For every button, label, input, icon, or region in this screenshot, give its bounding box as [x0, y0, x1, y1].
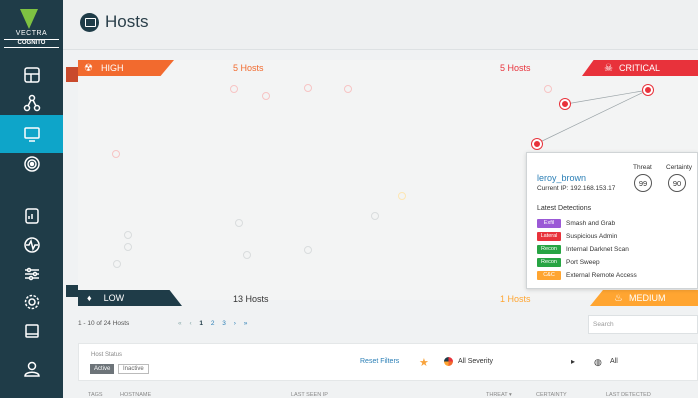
- skull-icon: ☠: [604, 62, 613, 74]
- pagination-controls: « ‹ 1 2 3 › »: [178, 320, 247, 327]
- column-header-last-seen-ip[interactable]: LAST SEEN IP: [291, 392, 328, 398]
- drop-icon: ♦: [87, 293, 92, 303]
- host-marker[interactable]: [304, 84, 312, 92]
- detection-item[interactable]: Exfil Smash and Grab: [537, 219, 615, 228]
- severity-dropdown[interactable]: All Severity: [458, 358, 493, 365]
- reset-filters-link[interactable]: Reset Filters: [360, 358, 399, 365]
- detection-name: Internal Darknet Scan: [566, 246, 629, 253]
- detection-name: Smash and Grab: [566, 220, 616, 227]
- filter-bar: Host Status Active Inactive Reset Filter…: [78, 343, 698, 381]
- detection-tag: C&C: [537, 271, 561, 280]
- globe-icon: ◍: [594, 357, 602, 367]
- host-marker[interactable]: [113, 260, 121, 268]
- threat-score: 99: [634, 174, 652, 192]
- host-marker[interactable]: [235, 219, 243, 227]
- first-page-link[interactable]: «: [178, 320, 182, 327]
- detection-tag: Recon: [537, 245, 561, 254]
- host-marker[interactable]: [398, 192, 406, 200]
- prev-page-link[interactable]: ‹: [189, 320, 191, 327]
- search-input[interactable]: Search: [588, 315, 698, 334]
- detection-tag: Lateral: [537, 232, 561, 241]
- medium-host-count: 1 Hosts: [500, 294, 531, 304]
- host-marker[interactable]: [124, 243, 132, 251]
- page-link-3[interactable]: 3: [222, 320, 226, 327]
- column-header-threat[interactable]: THREAT ▾: [486, 392, 512, 398]
- column-header-tags[interactable]: TAGS: [88, 392, 103, 398]
- threat-label: Threat: [633, 164, 652, 171]
- detection-item[interactable]: C&C External Remote Access: [537, 271, 637, 280]
- certainty-score: 90: [668, 174, 686, 192]
- low-label: LOW: [103, 293, 125, 303]
- low-side-bar: [66, 285, 78, 297]
- critical-label: CRITICAL: [618, 63, 660, 73]
- high-host-count: 5 Hosts: [233, 63, 264, 73]
- radiation-icon: ☢: [84, 62, 93, 74]
- host-marker[interactable]: [243, 251, 251, 259]
- detection-tag: Exfil: [537, 219, 561, 228]
- detection-name: Port Sweep: [566, 259, 600, 266]
- detection-item[interactable]: Recon Port Sweep: [537, 258, 600, 267]
- page-link-1[interactable]: 1: [199, 320, 203, 327]
- host-marker[interactable]: [124, 231, 132, 239]
- all-filter-dropdown[interactable]: All: [610, 358, 618, 365]
- medium-label: MEDIUM: [628, 293, 666, 303]
- latest-detections-heading: Latest Detections: [537, 205, 592, 212]
- page-link-2[interactable]: 2: [211, 320, 215, 327]
- star-icon[interactable]: ★: [419, 356, 429, 369]
- host-marker[interactable]: [371, 212, 379, 220]
- active-filter-chip[interactable]: Active: [90, 364, 115, 374]
- critical-host-count: 5 Hosts: [500, 63, 531, 73]
- certainty-label: Certainty: [666, 164, 693, 171]
- pagination-summary: 1 - 10 of 24 Hosts: [78, 320, 130, 327]
- chevron-right-icon[interactable]: ▸: [571, 357, 575, 366]
- host-marker[interactable]: [112, 150, 120, 158]
- detection-name: External Remote Access: [566, 272, 637, 279]
- host-status-label: Host Status: [91, 352, 123, 358]
- critical-host-marker[interactable]: [643, 85, 653, 95]
- host-current-ip: Current IP: 192.168.153.17: [537, 185, 616, 192]
- critical-quadrant-label[interactable]: ☠ CRITICAL: [582, 60, 698, 76]
- high-quadrant-label[interactable]: ☢ HIGH: [78, 60, 174, 76]
- last-page-link[interactable]: »: [244, 320, 248, 327]
- flame-icon: ♨: [614, 292, 623, 304]
- next-page-link[interactable]: ›: [234, 320, 236, 327]
- column-header-hostname[interactable]: HOSTNAME: [120, 392, 151, 398]
- low-quadrant-label[interactable]: ♦ LOW: [78, 290, 182, 306]
- host-marker[interactable]: [544, 85, 552, 93]
- column-header-last-detected[interactable]: LAST DETECTED: [606, 392, 651, 398]
- selected-host-marker[interactable]: [532, 139, 542, 149]
- host-marker[interactable]: [262, 92, 270, 100]
- detection-item[interactable]: Lateral Suspicious Admin: [537, 232, 617, 241]
- critical-host-marker[interactable]: [560, 99, 570, 109]
- host-marker[interactable]: [230, 85, 238, 93]
- low-host-count: 13 Hosts: [233, 294, 269, 304]
- inactive-filter-chip[interactable]: Inactive: [118, 364, 149, 374]
- medium-quadrant-label[interactable]: ♨ MEDIUM: [590, 290, 698, 306]
- column-header-certainty[interactable]: CERTAINTY: [536, 392, 567, 398]
- host-marker[interactable]: [344, 85, 352, 93]
- high-side-bar: [66, 67, 78, 82]
- detection-item[interactable]: Recon Internal Darknet Scan: [537, 245, 629, 254]
- severity-pie-icon: [444, 357, 453, 366]
- host-detail-popup: Threat Certainty leroy_brown Current IP:…: [526, 152, 698, 289]
- host-name-link[interactable]: leroy_brown: [537, 173, 586, 183]
- high-label: HIGH: [100, 63, 124, 73]
- host-marker[interactable]: [304, 246, 312, 254]
- detection-name: Suspicious Admin: [566, 233, 618, 240]
- detection-tag: Recon: [537, 258, 561, 267]
